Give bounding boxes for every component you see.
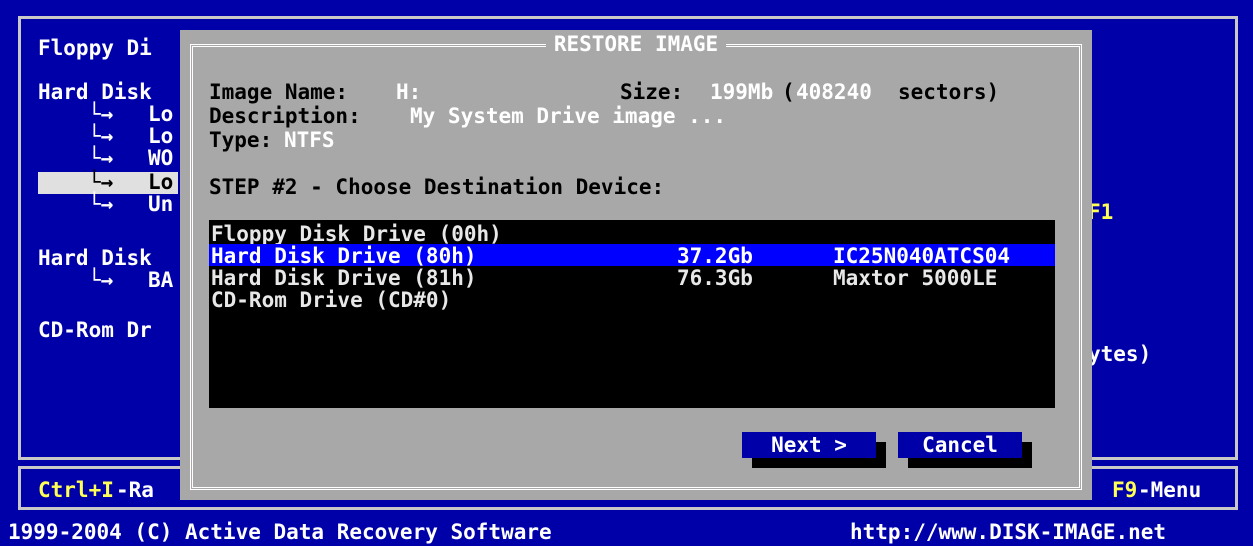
bg-partition-item[interactable]: Lo <box>148 102 173 126</box>
device-row-selected[interactable]: Hard Disk Drive (80h) 37.2Gb IC25N040ATC… <box>209 244 1055 268</box>
destination-device-list[interactable]: Floppy Disk Drive (00h) Hard Disk Drive … <box>209 220 1055 408</box>
arrow-icon: └→ <box>88 124 114 148</box>
device-model: IC25N040ATCS04 <box>833 244 1011 268</box>
sectors-value: 408240 <box>796 80 872 104</box>
status-key-left: Ctrl+I <box>38 478 114 502</box>
device-row[interactable]: Hard Disk Drive (81h) 76.3Gb Maxtor 5000… <box>209 266 1055 290</box>
restore-image-dialog: RESTORE IMAGE Image Name: H: Size: 199Mb… <box>180 30 1092 500</box>
bg-hard-disk-item[interactable]: Hard Disk <box>38 80 152 104</box>
device-model: Maxtor 5000LE <box>833 266 998 290</box>
image-name-value: H: <box>396 80 422 104</box>
bg-partition-item[interactable]: BA <box>148 268 173 292</box>
dialog-title-bar: RESTORE IMAGE <box>180 32 1092 56</box>
description-label: Description: <box>209 104 361 128</box>
bg-cdrom-item[interactable]: CD-Rom Dr <box>38 318 152 342</box>
next-button[interactable]: Next > <box>742 432 876 458</box>
sectors-open-paren: ( <box>782 80 795 104</box>
dialog-title: RESTORE IMAGE <box>545 32 727 56</box>
copyright-text: 1999-2004 (C) Active Data Recovery Softw… <box>8 520 552 544</box>
type-label: Type: <box>209 128 273 152</box>
step-heading: STEP #2 - Choose Destination Device: <box>209 175 665 199</box>
size-label: Size: <box>620 80 684 104</box>
device-size: 76.3Gb <box>677 266 753 290</box>
bg-partition-item[interactable]: Un <box>148 192 173 216</box>
device-name: Hard Disk Drive (81h) <box>211 266 477 290</box>
cancel-button[interactable]: Cancel <box>898 432 1022 458</box>
type-value: NTFS <box>284 128 335 152</box>
size-value: 199Mb <box>710 80 774 104</box>
menu-key[interactable]: F9 <box>1112 478 1137 502</box>
device-name: CD-Rom Drive (CD#0) <box>211 288 452 312</box>
device-size: 37.2Gb <box>677 244 753 268</box>
device-row[interactable]: CD-Rom Drive (CD#0) <box>209 288 1055 312</box>
bg-partition-item[interactable]: WO <box>148 146 173 170</box>
status-text-left: -Ra <box>116 478 154 502</box>
image-name-label: Image Name: <box>209 80 349 104</box>
bg-partition-item[interactable]: Lo <box>148 124 173 148</box>
website-url[interactable]: http://www.DISK-IMAGE.net <box>850 520 1166 544</box>
bg-hard-disk-item[interactable]: Hard Disk <box>38 246 152 270</box>
device-name: Hard Disk Drive (80h) <box>211 244 477 268</box>
bg-bytes-text: ytes) <box>1088 342 1152 366</box>
arrow-icon: └→ <box>88 170 114 194</box>
arrow-icon: └→ <box>88 146 114 170</box>
sectors-label: sectors) <box>898 80 1000 104</box>
bg-floppy-item[interactable]: Floppy Di <box>38 36 152 60</box>
arrow-icon: └→ <box>88 268 114 292</box>
description-value: My System Drive image ... <box>410 104 727 128</box>
arrow-icon: └→ <box>88 102 114 126</box>
device-row[interactable]: Floppy Disk Drive (00h) <box>209 222 1055 246</box>
arrow-icon: └→ <box>88 192 114 216</box>
menu-label[interactable]: -Menu <box>1138 478 1201 502</box>
bg-partition-item-selected[interactable]: Lo <box>148 170 173 194</box>
device-name: Floppy Disk Drive (00h) <box>211 222 502 246</box>
